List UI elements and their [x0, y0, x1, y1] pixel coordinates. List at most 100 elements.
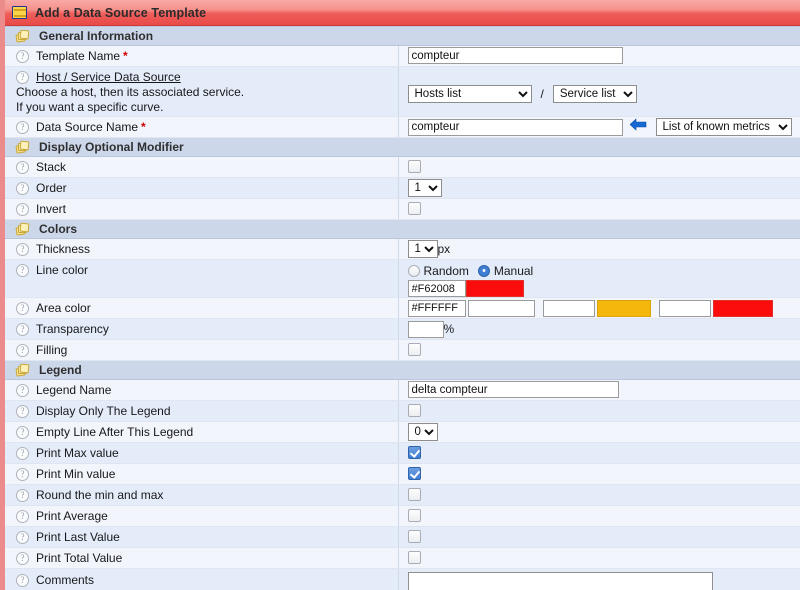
help-icon[interactable]: ?: [16, 160, 29, 174]
label-thickness: Thickness: [36, 241, 91, 256]
host-service-desc-line1: Choose a host, then its associated servi…: [16, 85, 245, 99]
section-papers-icon: [15, 29, 30, 43]
required-marker: *: [141, 119, 146, 134]
label-template-name: Template Name: [36, 48, 121, 63]
label-line-color: Line color: [36, 263, 89, 277]
hosts-list-select[interactable]: Hosts list: [407, 85, 532, 103]
row-print-average: ? Print Average: [5, 505, 800, 527]
window-title: Add a Data Source Template: [35, 5, 207, 20]
area-color-field-2[interactable]: [467, 299, 535, 317]
label-order: Order: [36, 180, 67, 195]
print-average-checkbox[interactable]: [407, 509, 421, 523]
line-color-manual-radio[interactable]: [477, 265, 490, 277]
row-comments: ? Comments: [5, 568, 800, 590]
help-icon[interactable]: ?: [16, 181, 29, 195]
help-icon[interactable]: ?: [16, 425, 29, 439]
section-title-colors: Colors: [39, 222, 78, 236]
window-template-icon: [12, 6, 27, 19]
host-service-separator: /: [540, 87, 544, 101]
help-icon[interactable]: ?: [16, 202, 29, 216]
service-list-select[interactable]: Service list: [552, 85, 637, 103]
section-title-general: General Information: [39, 29, 154, 43]
page-root: Add a Data Source Template General Infor…: [0, 0, 800, 590]
label-round-min-max: Round the min and max: [36, 487, 164, 502]
label-comments: Comments: [36, 573, 95, 587]
transparency-input[interactable]: [407, 320, 444, 338]
order-select[interactable]: 1: [407, 178, 442, 197]
print-min-value-checkbox[interactable]: [407, 467, 421, 481]
row-line-color: ? Line color Random Manual: [5, 259, 800, 298]
known-metrics-select[interactable]: List of known metrics: [655, 118, 792, 136]
transparency-unit: %: [443, 322, 455, 336]
label-legend-name: Legend Name: [36, 382, 112, 397]
row-round-min-max: ? Round the min and max: [5, 484, 800, 506]
area-color-field-3[interactable]: [542, 299, 595, 317]
label-host-service-data-source[interactable]: Host / Service Data Source: [36, 70, 181, 85]
help-icon[interactable]: ?: [16, 467, 29, 481]
help-icon[interactable]: ?: [16, 264, 29, 277]
template-name-input[interactable]: [407, 47, 623, 65]
print-last-value-checkbox[interactable]: [407, 530, 421, 544]
help-icon[interactable]: ?: [16, 551, 29, 565]
help-icon[interactable]: ?: [16, 383, 29, 397]
help-icon[interactable]: ?: [16, 301, 29, 315]
invert-checkbox[interactable]: [407, 202, 421, 216]
row-display-only-legend: ? Display Only The Legend: [5, 400, 800, 422]
row-invert: ? Invert: [5, 198, 800, 220]
line-color-hex-input[interactable]: [407, 280, 466, 297]
display-only-legend-checkbox[interactable]: [407, 404, 421, 418]
row-host-service-data-source: ? Host / Service Data Source Choose a ho…: [5, 66, 800, 117]
label-print-last-value: Print Last Value: [36, 529, 120, 544]
row-print-last-value: ? Print Last Value: [5, 526, 800, 548]
round-min-max-checkbox[interactable]: [407, 488, 421, 502]
label-print-min-value: Print Min value: [36, 466, 116, 481]
label-display-only-legend: Display Only The Legend: [36, 403, 171, 418]
row-data-source-name: ? Data Source Name * List of known metri…: [5, 116, 800, 138]
print-total-value-checkbox[interactable]: [407, 551, 421, 565]
area-color-swatch-red[interactable]: [712, 299, 773, 317]
row-stack: ? Stack: [5, 156, 800, 178]
section-papers-icon: [15, 363, 30, 377]
area-color-hex-input[interactable]: [407, 299, 466, 317]
help-icon[interactable]: ?: [16, 120, 29, 134]
required-marker: *: [123, 48, 128, 63]
help-icon[interactable]: ?: [16, 343, 29, 357]
stack-checkbox[interactable]: [407, 160, 421, 174]
help-icon[interactable]: ?: [16, 242, 29, 256]
label-empty-line-after-legend: Empty Line After This Legend: [36, 424, 194, 439]
arrow-left-icon[interactable]: [629, 118, 647, 136]
thickness-select[interactable]: 1: [407, 240, 438, 258]
data-source-template-form: General Information ? Template Name * ? …: [5, 26, 800, 590]
print-max-value-checkbox[interactable]: [407, 446, 421, 460]
row-area-color: ? Area color: [5, 297, 800, 319]
data-source-name-input[interactable]: [407, 118, 623, 136]
area-color-field-4[interactable]: [658, 299, 711, 317]
row-order: ? Order 1: [5, 177, 800, 199]
row-filling: ? Filling: [5, 339, 800, 361]
label-invert: Invert: [36, 201, 67, 216]
section-papers-icon: [15, 140, 30, 154]
filling-checkbox[interactable]: [407, 343, 421, 357]
thickness-unit: px: [437, 242, 451, 256]
help-icon[interactable]: ?: [16, 446, 29, 460]
comments-textarea[interactable]: [407, 572, 713, 590]
line-color-swatch[interactable]: [465, 280, 524, 297]
help-icon[interactable]: ?: [16, 322, 29, 336]
area-color-swatch-gold[interactable]: [596, 299, 651, 317]
help-icon[interactable]: ?: [16, 509, 29, 523]
label-stack: Stack: [36, 159, 67, 174]
label-area-color: Area color: [36, 300, 91, 315]
help-icon[interactable]: ?: [16, 530, 29, 544]
section-papers-icon: [15, 222, 30, 236]
legend-name-input[interactable]: [407, 381, 619, 399]
left-accent-stripe: [0, 0, 5, 590]
empty-line-select[interactable]: 0: [407, 422, 438, 441]
help-icon[interactable]: ?: [16, 49, 29, 63]
help-icon[interactable]: ?: [16, 574, 29, 587]
help-icon[interactable]: ?: [16, 71, 29, 84]
help-icon[interactable]: ?: [16, 404, 29, 418]
label-print-total-value: Print Total Value: [36, 550, 123, 565]
label-print-max-value: Print Max value: [36, 445, 119, 460]
help-icon[interactable]: ?: [16, 488, 29, 502]
line-color-random-radio[interactable]: [407, 265, 420, 277]
